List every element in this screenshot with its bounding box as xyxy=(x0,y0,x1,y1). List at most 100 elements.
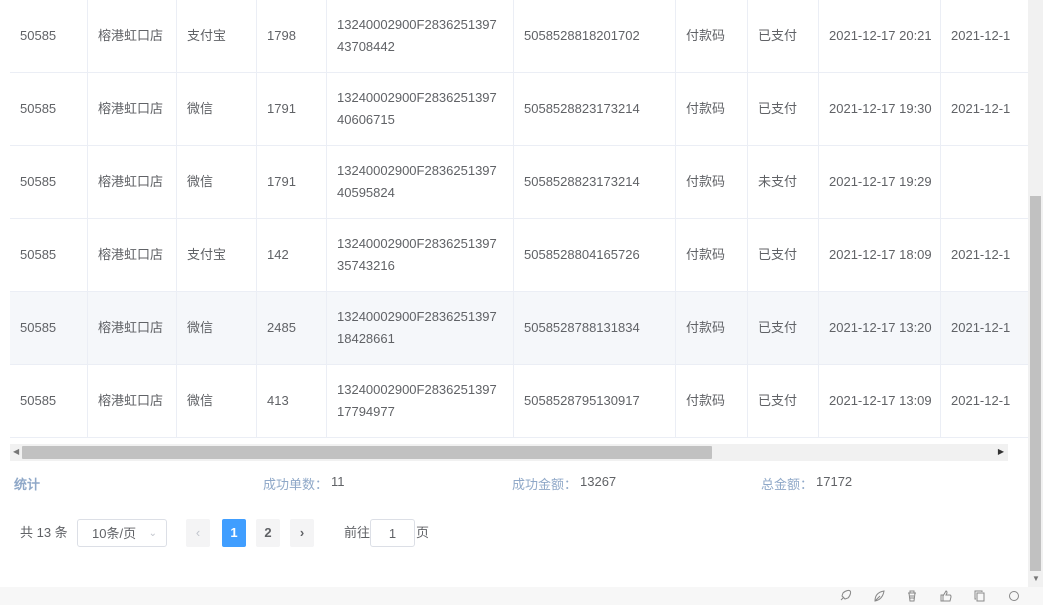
next-page-button[interactable]: › xyxy=(290,519,314,547)
cell-pay-method: 付款码 xyxy=(676,219,748,291)
cell-pay-method: 付款码 xyxy=(676,73,748,145)
cell-status: 已支付 xyxy=(748,292,819,364)
cell-status: 已支付 xyxy=(748,365,819,437)
cell-created-time: 2021-12-17 19:29 xyxy=(819,146,941,218)
cell-trade-no: 13240002900F283625139740595824 xyxy=(327,146,514,218)
scroll-down-icon[interactable]: ▼ xyxy=(1032,574,1040,583)
goto-page-input[interactable]: 1 xyxy=(370,519,415,547)
viewport: 50585 榕港虹口店 支付宝 1798 13240002900F28362513974… xyxy=(0,0,1028,605)
scroll-left-icon[interactable]: ◀ xyxy=(13,447,19,456)
cell-pay-method: 付款码 xyxy=(676,365,748,437)
success-count-value: 11 xyxy=(331,474,345,489)
trash-icon[interactable] xyxy=(905,589,919,603)
cell-store-id: 50585 xyxy=(10,73,88,145)
prev-page-button[interactable]: ‹ xyxy=(186,519,210,547)
cell-paid-time: 2021-12-1 xyxy=(951,320,1011,335)
cell-order-no: 5058528804165726 xyxy=(514,219,676,291)
table-row[interactable]: 50585 榕港虹口店 微信 413 13240002900F2836251397177… xyxy=(10,365,1028,438)
cell-channel: 支付宝 xyxy=(177,0,257,72)
page-button-2[interactable]: 2 xyxy=(256,519,280,547)
cell-paid-time: 2021-12-1 xyxy=(951,247,1011,262)
cell-amount: 1791 xyxy=(257,146,327,218)
cell-status: 已支付 xyxy=(748,219,819,291)
cell-store: 榕港虹口店 xyxy=(88,0,177,72)
cell-trade-no: 13240002900F283625139740606715 xyxy=(327,73,514,145)
cell-paid-time: 2021-12-1 xyxy=(951,393,1011,408)
cell-amount: 142 xyxy=(257,219,327,291)
cell-order-no: 5058528795130917 xyxy=(514,365,676,437)
cell-status: 已支付 xyxy=(748,73,819,145)
pagination-total: 共 13 条 xyxy=(20,525,68,540)
leaf-icon[interactable] xyxy=(872,589,886,603)
cell-paid-time: 2021-12-1 xyxy=(951,28,1011,43)
cell-channel: 微信 xyxy=(177,73,257,145)
table-row[interactable]: 50585 榕港虹口店 微信 1791 13240002900F283625139740… xyxy=(10,146,1028,219)
thumb-icon[interactable] xyxy=(939,589,953,603)
success-amount-value: 13267 xyxy=(580,474,617,489)
table-row[interactable]: 50585 榕港虹口店 支付宝 142 13240002900F283625139735… xyxy=(10,219,1028,292)
cell-order-no: 5058528788131834 xyxy=(514,292,676,364)
page-size-select[interactable]: 10条/页 ⌄ xyxy=(77,519,167,547)
cell-created-time: 2021-12-17 13:09 xyxy=(819,365,941,437)
cell-store-id: 50585 xyxy=(10,0,88,72)
cell-paid-time xyxy=(941,146,1028,218)
rocket-icon[interactable] xyxy=(838,589,852,603)
total-amount-value: 17172 xyxy=(816,474,853,489)
vertical-scrollbar[interactable]: ▼ xyxy=(1028,0,1043,587)
cell-amount: 1798 xyxy=(257,0,327,72)
cell-trade-no: 13240002900F283625139717794977 xyxy=(327,365,514,437)
table-row[interactable]: 50585 榕港虹口店 微信 1791 13240002900F283625139740… xyxy=(10,73,1028,146)
page-word: 页 xyxy=(416,525,430,540)
cell-paid-time: 2021-12-1 xyxy=(951,101,1011,116)
total-amount-label: 总金额： xyxy=(761,477,814,492)
cell-store-id: 50585 xyxy=(10,365,88,437)
cell-channel: 微信 xyxy=(177,146,257,218)
cell-store: 榕港虹口店 xyxy=(88,219,177,291)
cell-order-no: 5058528823173214 xyxy=(514,73,676,145)
cell-amount: 413 xyxy=(257,365,327,437)
table-row[interactable]: 50585 榕港虹口店 微信 2485 13240002900F283625139718… xyxy=(10,292,1028,365)
cell-store-id: 50585 xyxy=(10,219,88,291)
cell-created-time: 2021-12-17 20:21 xyxy=(819,0,941,72)
cell-store-id: 50585 xyxy=(10,146,88,218)
copy-icon[interactable] xyxy=(973,589,987,603)
cell-pay-method: 付款码 xyxy=(676,0,748,72)
cell-created-time: 2021-12-17 13:20 xyxy=(819,292,941,364)
pagination: 共 13 条 10条/页 ⌄ ‹ 1 2 › 前往 1 页 xyxy=(0,519,700,549)
scroll-right-icon[interactable]: ▶ xyxy=(998,447,1004,456)
circle-icon[interactable] xyxy=(1007,589,1021,603)
bottom-toolbar xyxy=(0,587,1043,605)
cell-store: 榕港虹口店 xyxy=(88,146,177,218)
cell-channel: 微信 xyxy=(177,365,257,437)
cell-amount: 2485 xyxy=(257,292,327,364)
cell-channel: 微信 xyxy=(177,292,257,364)
cell-created-time: 2021-12-17 18:09 xyxy=(819,219,941,291)
cell-created-time: 2021-12-17 19:30 xyxy=(819,73,941,145)
page-button-1[interactable]: 1 xyxy=(222,519,246,547)
horizontal-scroll-thumb[interactable] xyxy=(22,446,712,459)
stats-bar: 统计 成功单数： 11 成功金额： 13267 总金额： 17172 xyxy=(0,474,1028,494)
cell-trade-no: 13240002900F283625139743708442 xyxy=(327,0,514,72)
cell-trade-no: 13240002900F283625139735743216 xyxy=(327,219,514,291)
table-row[interactable]: 50585 榕港虹口店 支付宝 1798 13240002900F28362513974… xyxy=(10,0,1028,73)
success-amount-label: 成功金额： xyxy=(512,477,578,492)
success-count-label: 成功单数： xyxy=(263,477,329,492)
cell-channel: 支付宝 xyxy=(177,219,257,291)
cell-store: 榕港虹口店 xyxy=(88,292,177,364)
cell-order-no: 5058528818201702 xyxy=(514,0,676,72)
stats-title: 统计 xyxy=(14,477,41,492)
horizontal-scrollbar[interactable]: ◀ ▶ xyxy=(10,444,1008,461)
cell-store: 榕港虹口店 xyxy=(88,73,177,145)
cell-status: 未支付 xyxy=(748,146,819,218)
page-size-value: 10条/页 xyxy=(92,526,137,541)
cell-pay-method: 付款码 xyxy=(676,292,748,364)
cell-store: 榕港虹口店 xyxy=(88,365,177,437)
table-body: 50585 榕港虹口店 支付宝 1798 13240002900F28362513974… xyxy=(10,0,1028,438)
goto-label: 前往 xyxy=(344,525,371,540)
cell-pay-method: 付款码 xyxy=(676,146,748,218)
vertical-scroll-thumb[interactable] xyxy=(1030,196,1041,571)
cell-store-id: 50585 xyxy=(10,292,88,364)
cell-order-no: 5058528823173214 xyxy=(514,146,676,218)
cell-trade-no: 13240002900F283625139718428661 xyxy=(327,292,514,364)
orders-table: 50585 榕港虹口店 支付宝 1798 13240002900F28362513974… xyxy=(10,0,1028,442)
